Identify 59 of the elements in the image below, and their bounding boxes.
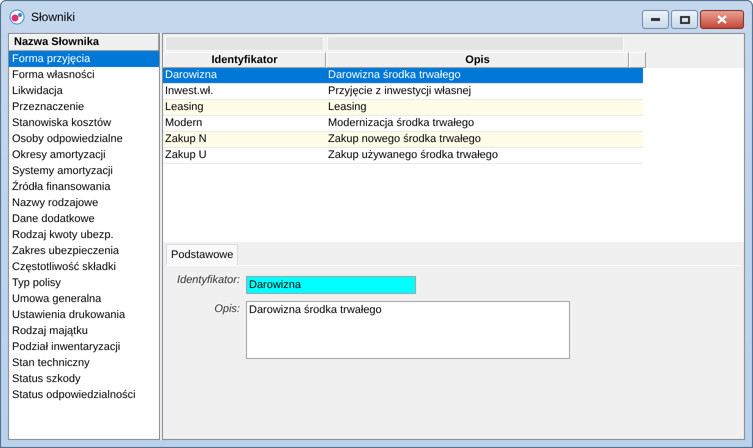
field-label: Identyfikator:: [176, 273, 240, 288]
column-header: [629, 52, 646, 68]
table-cell-text: Modern: [164, 116, 204, 131]
minimize-icon: [651, 18, 660, 21]
table-cell-text: Leasing: [164, 100, 205, 115]
field-label: Opis:: [213, 302, 240, 317]
app-icon: [9, 9, 25, 25]
table-row[interactable]: Zakup N Zakup nowego środka trwałego: [163, 132, 643, 148]
dictionary-item[interactable]: Status szkody: [9, 371, 159, 387]
dictionary-item[interactable]: Przeznaczenie: [9, 99, 159, 115]
dictionary-item[interactable]: Częstotliwość składki: [9, 259, 159, 275]
table-cell-text: Inwest.wł.: [164, 84, 214, 99]
table-row[interactable]: Darowizna Darowizna środka trwałego: [163, 68, 643, 84]
filter-field[interactable]: [165, 36, 324, 51]
dictionary-item[interactable]: Forma własności: [9, 67, 159, 83]
table-cell-text: Modernizacja środka trwałego: [327, 116, 476, 131]
close-icon: [717, 15, 727, 24]
column-header: Nazwa Słownika: [9, 34, 159, 51]
dictionary-item[interactable]: Źródła finansowania: [9, 179, 159, 195]
dictionary-item[interactable]: Stan techniczny: [9, 355, 159, 371]
table-cell-text: Przyjęcie z inwestycji własnej: [327, 84, 472, 99]
table-row[interactable]: Zakup U Zakup używanego środka trwałego: [163, 148, 643, 164]
dictionary-item[interactable]: Dane dodatkowe: [9, 211, 159, 227]
dictionary-item[interactable]: Ustawienia drukowania: [9, 307, 159, 323]
dictionary-item[interactable]: Likwidacja: [9, 83, 159, 99]
dictionary-item[interactable]: Stanowiska kosztów: [9, 115, 159, 131]
dictionary-item[interactable]: Forma przyjęcia: [9, 51, 159, 67]
dictionary-item[interactable]: Okresy amortyzacji: [9, 147, 159, 163]
column-header[interactable]: Opis: [326, 52, 629, 68]
table-row[interactable]: Inwest.wł. Przyjęcie z inwestycji własnej: [163, 84, 643, 100]
table-cell-text: Zakup U: [164, 148, 208, 163]
text-area[interactable]: Darowizna środka trwałego: [246, 301, 570, 359]
table-cell-text: Darowizna środka trwałego: [327, 68, 462, 83]
dictionary-item[interactable]: Zakres ubezpieczenia: [9, 243, 159, 259]
dictionary-item[interactable]: Systemy amortyzacji: [9, 163, 159, 179]
dictionary-item[interactable]: Osoby odpowiedzialne: [9, 131, 159, 147]
dictionary-item[interactable]: Rodzaj majątku: [9, 323, 159, 339]
dictionary-item[interactable]: Podział inwentaryzacji: [9, 339, 159, 355]
close-button[interactable]: [700, 10, 744, 29]
tab[interactable]: Podstawowe: [166, 244, 238, 265]
window-title: Słowniki: [31, 9, 76, 26]
table-row[interactable]: Leasing Leasing: [163, 100, 643, 116]
maximize-button[interactable]: [671, 10, 698, 29]
dictionary-item[interactable]: Status odpowiedzialności: [9, 387, 159, 403]
input-field[interactable]: Darowizna: [246, 276, 416, 294]
column-header[interactable]: Identyfikator: [163, 52, 326, 68]
table-cell-text: Zakup N: [164, 132, 208, 147]
dictionary-item[interactable]: Nazwy rodzajowe: [9, 195, 159, 211]
maximize-icon: [680, 16, 690, 24]
dictionary-item[interactable]: Umowa generalna: [9, 291, 159, 307]
table-cell-text: Leasing: [327, 100, 368, 115]
table-cell-text: Zakup używanego środka trwałego: [327, 148, 499, 163]
minimize-button[interactable]: [642, 10, 669, 29]
dictionary-item[interactable]: Rodzaj kwoty ubezp.: [9, 227, 159, 243]
table-row[interactable]: Modern Modernizacja środka trwałego: [163, 116, 643, 132]
filter-field[interactable]: [327, 36, 624, 51]
table-cell-text: Zakup nowego środka trwałego: [327, 132, 482, 147]
dictionary-item[interactable]: Typ polisy: [9, 275, 159, 291]
table-cell-text: Darowizna: [164, 68, 218, 83]
